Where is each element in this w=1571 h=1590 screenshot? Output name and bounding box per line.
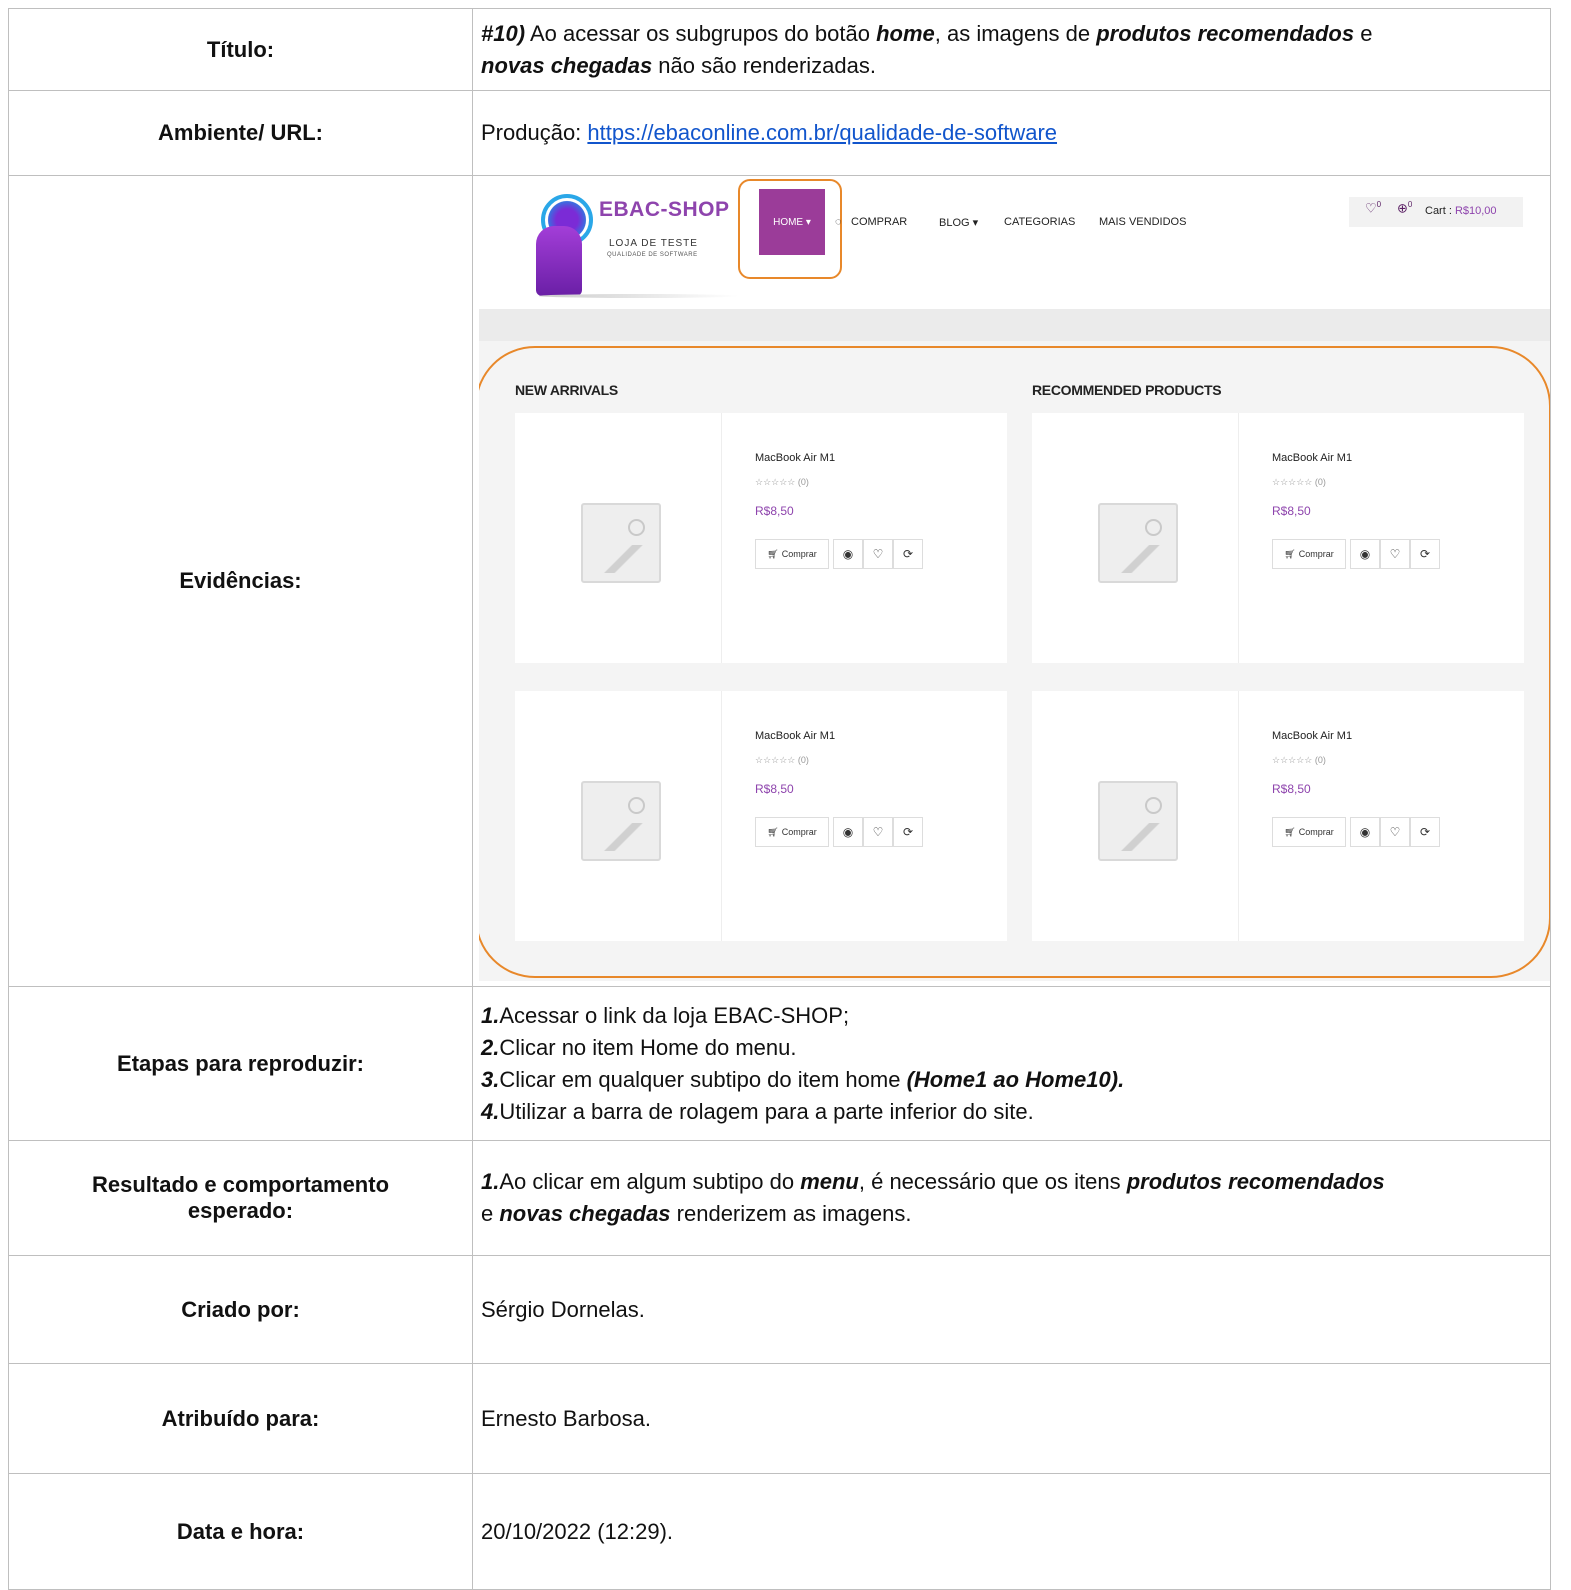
value-resultado: 1.Ao clicar em algum subtipo do menu, é … [472, 1140, 1551, 1256]
row-titulo: Título: #10) Ao acessar os subgrupos do … [8, 8, 1551, 91]
nav-blog[interactable]: BLOG ▾ [939, 216, 978, 229]
quick-view-icon[interactable]: ◉ [1350, 539, 1380, 569]
compare-icon[interactable]: ⟳ [893, 539, 923, 569]
nav-mais-vendidos[interactable]: MAIS VENDIDOS [1099, 216, 1186, 228]
label-resultado: Resultado e comportamento esperado: [8, 1140, 473, 1256]
product-price: R$8,50 [1272, 782, 1311, 796]
product-image-area [1032, 691, 1239, 941]
new-arrivals-title: NEW ARRIVALS [515, 382, 618, 398]
nav-comprar[interactable]: COMPRAR [851, 216, 907, 228]
cart-total[interactable]: Cart : R$10,00 [1425, 205, 1497, 217]
value-criado: Sérgio Dornelas. [472, 1255, 1551, 1364]
cart-icon: 🛒︎ [1284, 826, 1296, 837]
cart-icon: 🛒︎ [767, 548, 779, 559]
value-atribuido: Ernesto Barbosa. [472, 1363, 1551, 1474]
wishlist-heart-icon[interactable]: ♡ [863, 817, 893, 847]
row-data: Data e hora: 20/10/2022 (12:29). [8, 1473, 1551, 1590]
cart-icon[interactable]: ⊕0 [1397, 200, 1412, 216]
buy-button[interactable]: 🛒︎ Comprar [755, 817, 829, 847]
compare-icon[interactable]: ⟳ [1410, 817, 1440, 847]
row-atribuido: Atribuído para: Ernesto Barbosa. [8, 1363, 1551, 1474]
quick-view-icon[interactable]: ◉ [1350, 817, 1380, 847]
product-image-area [515, 413, 722, 663]
label-ambiente: Ambiente/ URL: [8, 90, 473, 176]
image-placeholder-icon[interactable] [581, 503, 661, 583]
shop-brand: EBAC-SHOP [599, 198, 730, 221]
value-data: 20/10/2022 (12:29). [472, 1473, 1551, 1590]
label-etapas: Etapas para reproduzir: [8, 986, 473, 1141]
label-atribuido: Atribuído para: [8, 1363, 473, 1474]
row-criado: Criado por: Sérgio Dornelas. [8, 1255, 1551, 1364]
label-data: Data e hora: [8, 1473, 473, 1590]
product-price: R$8,50 [755, 782, 794, 796]
product-name[interactable]: MacBook Air M1 [755, 452, 835, 464]
environment-link[interactable]: https://ebaconline.com.br/qualidade-de-s… [587, 120, 1057, 145]
label-evidencias: Evidências: [8, 175, 473, 987]
cart-count: 0 [1407, 200, 1413, 209]
buy-button[interactable]: 🛒︎ Comprar [1272, 817, 1346, 847]
hand-pointer-icon [536, 226, 582, 296]
product-name[interactable]: MacBook Air M1 [1272, 730, 1352, 742]
home-highlight [738, 179, 842, 279]
product-image-area [1032, 413, 1239, 663]
row-ambiente: Ambiente/ URL: Produção: https://ebaconl… [8, 90, 1551, 176]
row-evidencias: Evidências: EBAC-SHOP LOJA DE TESTE QUAL… [8, 175, 1551, 987]
product-rating: ☆☆☆☆☆ (0) [1272, 477, 1326, 487]
headset-icon: ◌ [835, 216, 842, 228]
product-rating: ☆☆☆☆☆ (0) [1272, 755, 1326, 765]
row-resultado: Resultado e comportamento esperado: 1.Ao … [8, 1140, 1551, 1256]
recommended-title: RECOMMENDED PRODUCTS [1032, 382, 1222, 398]
value-evidencias: EBAC-SHOP LOJA DE TESTE QUALIDADE DE SOF… [472, 175, 1551, 987]
wishlist-icon[interactable]: ♡0 [1365, 200, 1381, 216]
image-placeholder-icon[interactable] [1098, 781, 1178, 861]
product-card: MacBook Air M1 ☆☆☆☆☆ (0) R$8,50 🛒︎ Comprar ◉ ♡… [515, 691, 1007, 941]
wishlist-count: 0 [1376, 200, 1382, 209]
row-etapas: Etapas para reproduzir: 1.Acessar o link… [8, 986, 1551, 1141]
image-placeholder-icon[interactable] [581, 781, 661, 861]
product-price: R$8,50 [755, 504, 794, 518]
cart-icon: 🛒︎ [1284, 548, 1296, 559]
compare-icon[interactable]: ⟳ [1410, 539, 1440, 569]
buy-button[interactable]: 🛒︎ Comprar [755, 539, 829, 569]
value-ambiente: Produção: https://ebaconline.com.br/qual… [472, 90, 1551, 176]
product-name[interactable]: MacBook Air M1 [755, 730, 835, 742]
wishlist-heart-icon[interactable]: ♡ [863, 539, 893, 569]
nav-categorias[interactable]: CATEGORIAS [1004, 216, 1075, 228]
product-card: MacBook Air M1 ☆☆☆☆☆ (0) R$8,50 🛒︎ Comprar ◉ ♡… [1032, 691, 1524, 941]
product-name[interactable]: MacBook Air M1 [1272, 452, 1352, 464]
product-rating: ☆☆☆☆☆ (0) [755, 477, 809, 487]
quick-view-icon[interactable]: ◉ [833, 817, 863, 847]
image-placeholder-icon[interactable] [1098, 503, 1178, 583]
value-etapas: 1.Acessar o link da loja EBAC-SHOP; 2.Cl… [472, 986, 1551, 1141]
product-price: R$8,50 [1272, 504, 1311, 518]
evidence-screenshot: EBAC-SHOP LOJA DE TESTE QUALIDADE DE SOF… [479, 176, 1550, 981]
wishlist-heart-icon[interactable]: ♡ [1380, 539, 1410, 569]
product-card: MacBook Air M1 ☆☆☆☆☆ (0) R$8,50 🛒︎ Comprar ◉ ♡… [515, 413, 1007, 663]
value-titulo: #10) Ao acessar os subgrupos do botão ho… [472, 8, 1551, 91]
compare-icon[interactable]: ⟳ [893, 817, 923, 847]
shop-subtitle-small: QUALIDADE DE SOFTWARE [607, 252, 698, 258]
quick-view-icon[interactable]: ◉ [833, 539, 863, 569]
product-card: MacBook Air M1 ☆☆☆☆☆ (0) R$8,50 🛒︎ Comprar ◉ ♡… [1032, 413, 1524, 663]
bug-report-table: Título: #10) Ao acessar os subgrupos do … [8, 8, 1551, 1590]
wishlist-heart-icon[interactable]: ♡ [1380, 817, 1410, 847]
label-criado: Criado por: [8, 1255, 473, 1364]
cart-icon: 🛒︎ [767, 826, 779, 837]
bug-number: #10) [481, 20, 526, 46]
product-rating: ☆☆☆☆☆ (0) [755, 755, 809, 765]
shop-subtitle: LOJA DE TESTE [609, 238, 698, 249]
label-titulo: Título: [8, 8, 473, 91]
buy-button[interactable]: 🛒︎ Comprar [1272, 539, 1346, 569]
product-image-area [515, 691, 722, 941]
